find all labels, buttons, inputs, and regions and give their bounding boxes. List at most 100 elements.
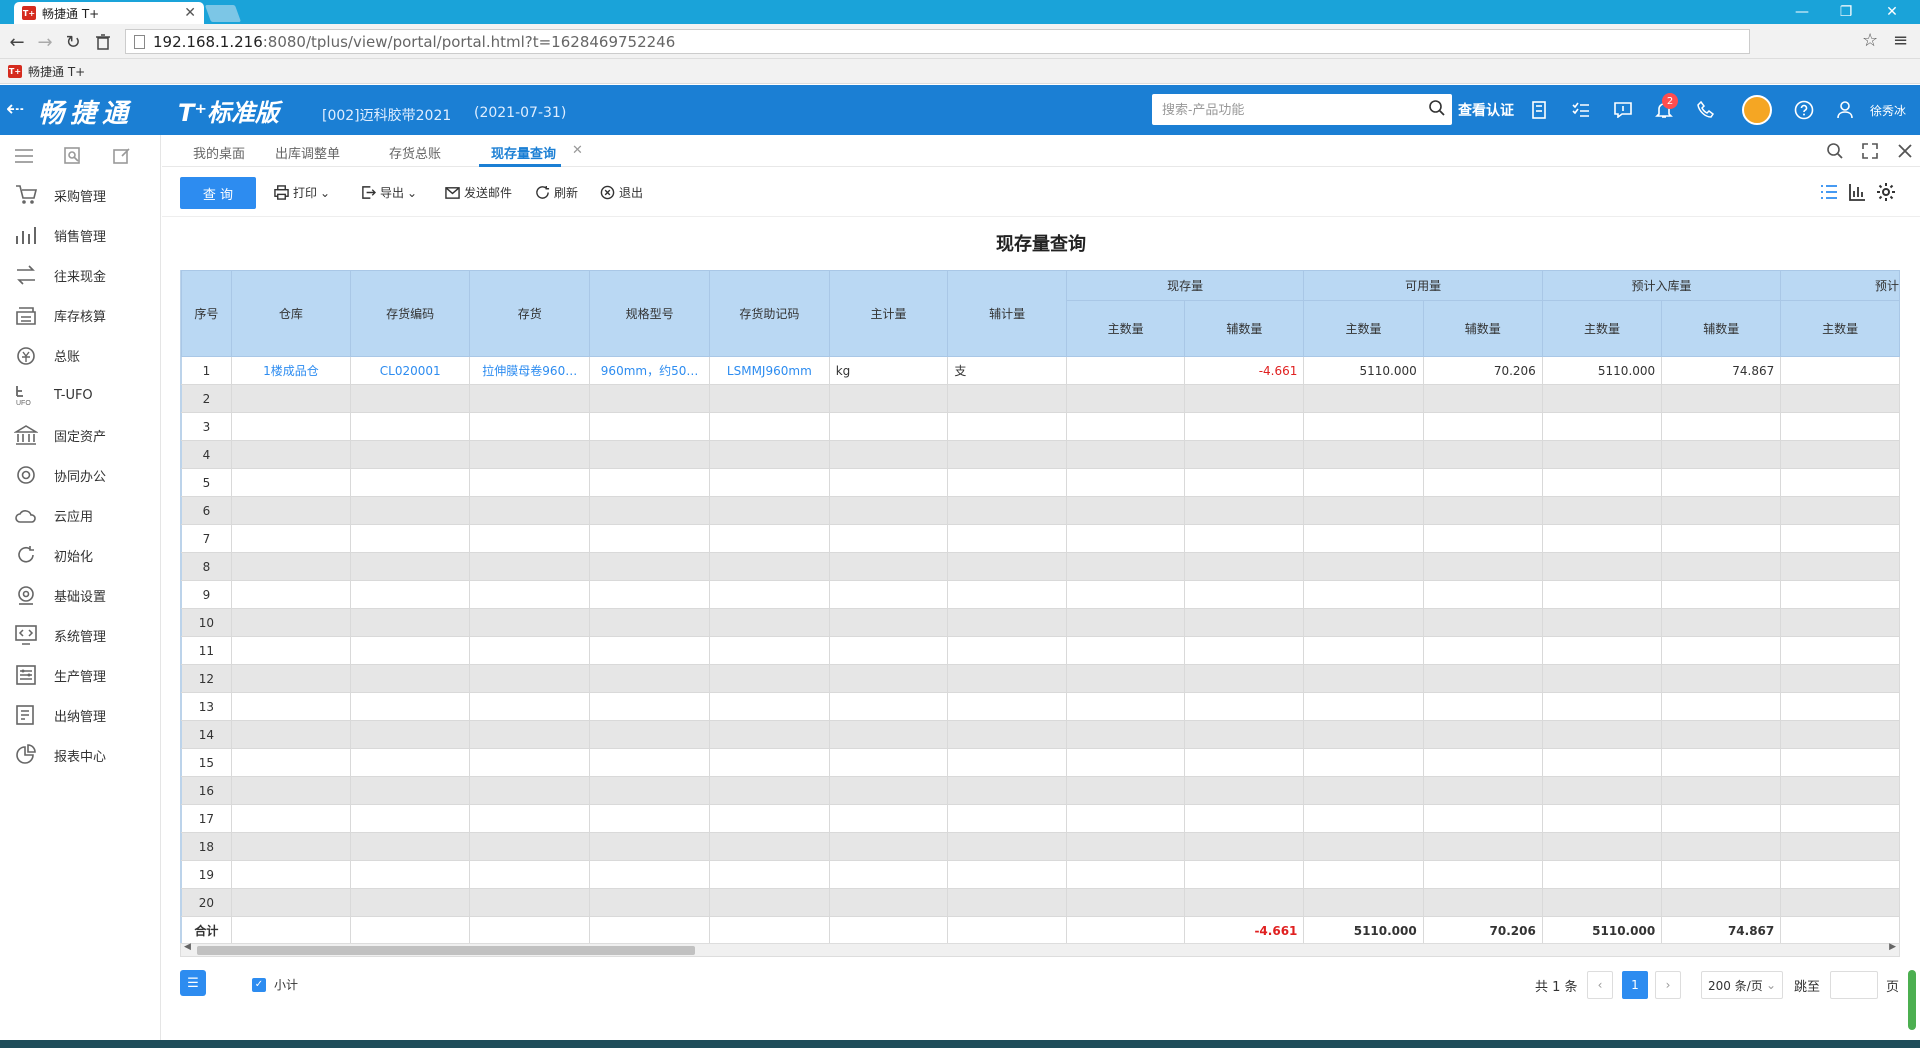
header-aux-unit[interactable]: 辅计量: [947, 270, 1067, 357]
sidebar-item-init[interactable]: 初始化: [0, 535, 160, 575]
close-window-icon[interactable]: ✕: [1872, 2, 1912, 22]
forward-icon[interactable]: →: [34, 31, 56, 53]
search-icon[interactable]: [1825, 141, 1845, 161]
search-doc-icon[interactable]: [63, 147, 83, 165]
query-button[interactable]: 查 询: [180, 177, 256, 209]
search-input[interactable]: [1162, 102, 1422, 117]
bookmark-item[interactable]: 畅捷通 T+: [28, 63, 85, 80]
jump-page-input[interactable]: [1830, 971, 1878, 999]
new-tab-button[interactable]: [204, 5, 242, 22]
table-row[interactable]: 13: [181, 692, 1900, 721]
header-main-qty[interactable]: 主数量: [1780, 300, 1900, 357]
page-number-button[interactable]: 1: [1622, 971, 1648, 999]
verify-link[interactable]: 查看认证: [1458, 100, 1514, 120]
sidebar-item-ledger[interactable]: 总账: [0, 335, 160, 375]
table-row[interactable]: 11: [181, 636, 1900, 665]
table-row[interactable]: 19: [181, 860, 1900, 889]
product-search[interactable]: [1152, 94, 1452, 125]
header-group-stock[interactable]: 现存量: [1065, 270, 1305, 301]
header-main-unit[interactable]: 主计量: [828, 270, 949, 357]
scroll-left-icon[interactable]: ◀: [184, 942, 191, 952]
browser-menu-icon[interactable]: ≡: [1893, 30, 1908, 51]
url-input[interactable]: 192.168.1.216:8080/tplus/view/portal/por…: [125, 29, 1750, 54]
vertical-scrollbar[interactable]: [1908, 970, 1916, 1030]
table-row[interactable]: 15: [181, 748, 1900, 777]
table-row[interactable]: 14: [181, 720, 1900, 749]
sidebar-item-cashier[interactable]: 出纳管理: [0, 695, 160, 735]
column-settings-icon[interactable]: ☰: [180, 970, 206, 996]
scroll-right-icon[interactable]: ▶: [1889, 942, 1896, 952]
trash-icon[interactable]: [92, 31, 114, 53]
exit-button[interactable]: 退出: [600, 184, 643, 201]
header-aux-qty[interactable]: 辅数量: [1184, 300, 1305, 357]
sidebar-item-system[interactable]: 系统管理: [0, 615, 160, 655]
close-icon[interactable]: [1895, 141, 1915, 161]
prev-page-button[interactable]: ‹: [1587, 971, 1613, 999]
table-row[interactable]: 3: [181, 412, 1900, 441]
header-mnemonic[interactable]: 存货助记码: [709, 270, 830, 357]
cell-mnemonic[interactable]: LSMMJ960mm: [709, 356, 830, 385]
close-tab-icon[interactable]: ✕: [572, 143, 583, 158]
mascot-avatar[interactable]: [1742, 95, 1772, 125]
cell-warehouse[interactable]: 1楼成品仓: [230, 356, 352, 385]
table-row[interactable]: 4: [181, 440, 1900, 469]
table-row[interactable]: 16: [181, 776, 1900, 805]
task-list-icon[interactable]: [1568, 97, 1594, 123]
sidebar-item-sales[interactable]: 销售管理: [0, 215, 160, 255]
header-aux-qty[interactable]: 辅数量: [1422, 300, 1543, 357]
table-row[interactable]: 18: [181, 832, 1900, 861]
header-main-qty[interactable]: 主数量: [1303, 300, 1424, 357]
table-row[interactable]: 9: [181, 580, 1900, 609]
cell-spec[interactable]: 960mm，约50…: [589, 356, 711, 385]
print-button[interactable]: 打印 ⌄: [274, 184, 330, 201]
tab-outbound-adjust[interactable]: 出库调整单: [275, 143, 340, 162]
chart-view-icon[interactable]: [1848, 183, 1866, 201]
bookmark-star-icon[interactable]: ☆: [1862, 30, 1878, 51]
calculator-icon[interactable]: [1526, 97, 1552, 123]
collapse-arrow-icon[interactable]: ⇠: [6, 97, 24, 122]
reload-icon[interactable]: ↻: [62, 31, 84, 53]
header-warehouse[interactable]: 仓库: [230, 270, 352, 357]
help-icon[interactable]: [1791, 97, 1817, 123]
subtotal-checkbox[interactable]: ✓ 小计: [252, 976, 298, 993]
fullscreen-icon[interactable]: [1860, 141, 1880, 161]
sidebar-item-production[interactable]: 生产管理: [0, 655, 160, 695]
header-main-qty[interactable]: 主数量: [1541, 300, 1663, 357]
header-aux-qty[interactable]: 辅数量: [1661, 300, 1782, 357]
sidebar-item-cloud[interactable]: 云应用: [0, 495, 160, 535]
export-button[interactable]: 导出 ⌄: [361, 184, 417, 201]
table-row[interactable]: 12: [181, 664, 1900, 693]
minimize-icon[interactable]: —: [1782, 2, 1822, 22]
header-code[interactable]: 存货编码: [350, 270, 471, 357]
back-icon[interactable]: ←: [6, 31, 28, 53]
message-icon[interactable]: [1610, 97, 1636, 123]
sidebar-item-tufo[interactable]: UFO T-UFO: [0, 375, 160, 415]
table-row[interactable]: 7: [181, 524, 1900, 553]
table-row[interactable]: 17: [181, 804, 1900, 833]
header-main-qty[interactable]: 主数量: [1065, 300, 1186, 357]
table-row[interactable]: 20: [181, 888, 1900, 917]
gear-icon[interactable]: [1876, 182, 1896, 202]
tab-desktop[interactable]: 我的桌面: [193, 143, 245, 162]
header-group-expected-out[interactable]: 预计: [1780, 270, 1900, 301]
sidebar-item-purchase[interactable]: 采购管理: [0, 175, 160, 215]
list-view-icon[interactable]: [1820, 183, 1838, 201]
company-name[interactable]: [002]迈科胶带2021: [322, 105, 451, 125]
close-tab-icon[interactable]: ✕: [184, 5, 196, 21]
user-icon[interactable]: [1832, 97, 1858, 123]
restore-icon[interactable]: ❐: [1826, 2, 1866, 22]
header-index[interactable]: 序号: [181, 270, 232, 357]
sidebar-item-collab[interactable]: 协同办公: [0, 455, 160, 495]
header-item[interactable]: 存货: [469, 270, 591, 357]
sidebar-item-assets[interactable]: 固定资产: [0, 415, 160, 455]
table-row[interactable]: 8: [181, 552, 1900, 581]
header-group-available[interactable]: 可用量: [1303, 270, 1543, 301]
phone-icon[interactable]: [1693, 97, 1719, 123]
cell-code[interactable]: CL020001: [350, 356, 471, 385]
header-spec[interactable]: 规格型号: [589, 270, 711, 357]
table-row[interactable]: 1 1楼成品仓 CL020001 拉伸膜母卷960… 960mm，约50… LS…: [181, 356, 1900, 385]
edit-doc-icon[interactable]: [112, 147, 132, 165]
tab-inventory-ledger[interactable]: 存货总账: [389, 143, 441, 162]
scrollbar-thumb[interactable]: [197, 946, 695, 955]
browser-tab[interactable]: T+ 畅捷通 T+ ✕: [14, 2, 204, 24]
